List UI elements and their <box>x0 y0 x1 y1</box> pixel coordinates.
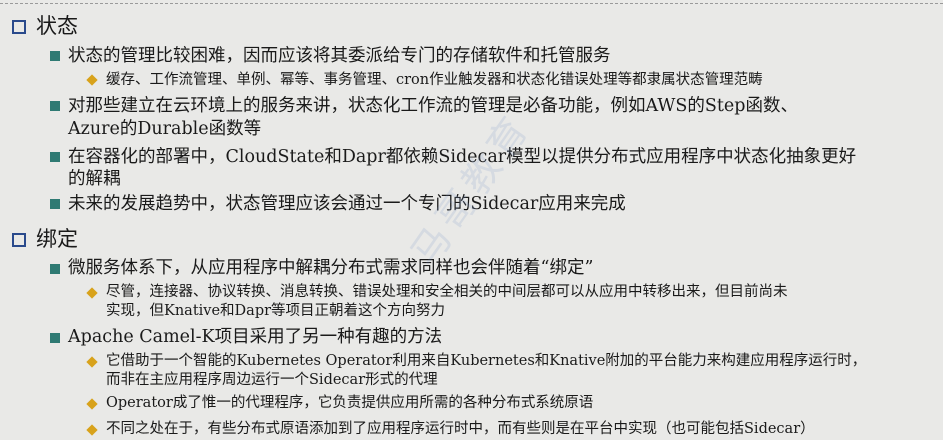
list-item: 状态的管理比较困难，因而应该将其委派给专门的存储软件和托管服务 <box>68 46 611 66</box>
sub-list-item-line: 而非在主应用程序周边运行一个Sidecar形式的代理 <box>106 372 438 388</box>
watermark: 马哥教育 <box>402 104 540 275</box>
list-item-line: 对那些建立在云环境上的服务来讲，状态化工作流的管理是必备功能，例如AWS的Ste… <box>68 96 798 116</box>
sub-list-item-line: 它借助于一个智能的Kubernetes Operator利用来自Kubernet… <box>106 353 867 369</box>
subitem-diamond-icon <box>86 74 98 86</box>
list-item-line: Azure的Durable函数等 <box>68 119 262 139</box>
subitem-diamond-icon <box>86 356 98 368</box>
item-bullet-icon <box>50 101 60 111</box>
sub-list-item: 不同之处在于，有些分布式原语添加到了应用程序运行时中，而有些则是在平台中实现（也… <box>106 421 815 437</box>
subitem-diamond-icon <box>86 424 98 436</box>
item-bullet-icon <box>50 199 60 209</box>
slide-content: 状态 状态的管理比较困难，因而应该将其委派给专门的存储软件和托管服务 缓存、工作… <box>0 0 943 440</box>
section-heading-binding: 绑定 <box>36 227 78 251</box>
subitem-diamond-icon <box>86 287 98 299</box>
list-item: 微服务体系下，从应用程序中解耦分布式需求同样也会伴随着“绑定” <box>68 258 594 278</box>
sub-list-item-line: 尽管，连接器、协议转换、消息转换、错误处理和安全相关的中间层都可以从应用中转移出… <box>106 284 788 300</box>
item-bullet-icon <box>50 264 60 274</box>
list-item-line: 的解耦 <box>68 169 121 189</box>
item-bullet-icon <box>50 51 60 61</box>
item-bullet-icon <box>50 152 60 162</box>
section-bullet-icon <box>12 233 26 247</box>
section-heading-state: 状态 <box>36 14 78 38</box>
item-bullet-icon <box>50 333 60 343</box>
list-item: Apache Camel-K项目采用了另一种有趣的方法 <box>68 327 443 347</box>
sub-list-item: 缓存、工作流管理、单例、幂等、事务管理、cron作业触发器和状态化错误处理等都隶… <box>106 72 763 88</box>
section-bullet-icon <box>12 20 26 34</box>
sub-list-item: Operator成了惟一的代理程序，它负责提供应用所需的各种分布式系统原语 <box>106 395 594 411</box>
subitem-diamond-icon <box>86 398 98 410</box>
list-item: 未来的发展趋势中，状态管理应该会通过一个专门的Sidecar应用来完成 <box>68 194 626 214</box>
sub-list-item-line: 实现，但Knative和Dapr等项目正朝着这个方向努力 <box>106 303 446 319</box>
